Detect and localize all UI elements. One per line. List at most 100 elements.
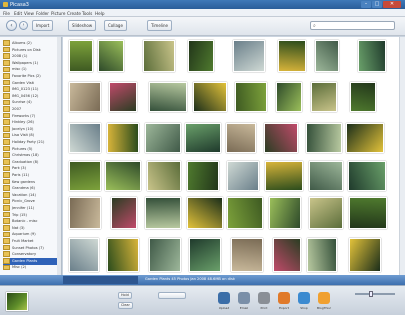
photo-thumbnail[interactable] xyxy=(346,123,384,153)
photo-thumbnail[interactable] xyxy=(111,197,137,229)
folder-icon xyxy=(3,231,10,238)
photo-tray-tab[interactable] xyxy=(63,276,138,284)
photo-thumbnail[interactable] xyxy=(69,82,101,112)
photo-thumbnail[interactable] xyxy=(227,161,259,191)
photo-thumbnail[interactable] xyxy=(306,123,342,153)
photo-thumbnail[interactable] xyxy=(307,238,337,272)
photo-thumbnail[interactable] xyxy=(276,82,302,112)
collage-button[interactable]: Collage xyxy=(104,20,127,31)
search-input[interactable]: ⌕ xyxy=(310,21,395,30)
photo-thumbnail[interactable] xyxy=(188,40,214,72)
timeline-button[interactable]: Timeline xyxy=(147,20,173,31)
photo-thumbnail[interactable] xyxy=(149,82,187,112)
photo-thumbnail[interactable] xyxy=(350,82,376,112)
photo-thumbnail[interactable] xyxy=(348,161,386,191)
photo-thumbnail[interactable] xyxy=(189,238,221,272)
menu-create[interactable]: Create xyxy=(67,11,81,16)
toolbar: ‹ › Import Slideshow Collage Timeline ⌕ xyxy=(0,17,405,36)
photo-thumbnail[interactable] xyxy=(233,40,265,72)
photo-thumbnail[interactable] xyxy=(227,197,263,229)
folder-icon xyxy=(3,205,10,211)
photo-thumbnail[interactable] xyxy=(358,40,386,72)
maximize-button[interactable]: □ xyxy=(372,1,382,8)
photo-thumbnail[interactable] xyxy=(69,197,101,229)
shop-icon[interactable] xyxy=(298,292,310,304)
photo-thumbnail[interactable] xyxy=(309,161,343,191)
photo-thumbnail[interactable] xyxy=(107,123,139,153)
grid-scrollbar[interactable] xyxy=(399,37,405,275)
photo-thumbnail[interactable] xyxy=(269,197,301,229)
photo-thumbnail[interactable] xyxy=(226,123,256,153)
photo-thumbnail[interactable] xyxy=(69,40,93,72)
blog-icon[interactable] xyxy=(318,292,330,304)
photo-thumbnail[interactable] xyxy=(265,161,303,191)
sidebar-item-label: 2008 (1) xyxy=(12,54,28,59)
photo-thumbnail[interactable] xyxy=(109,82,137,112)
folder-icon xyxy=(3,159,10,165)
upload-icon[interactable] xyxy=(218,292,230,304)
sidebar-item-label: Albums (2) xyxy=(12,41,32,45)
menu-file[interactable]: File xyxy=(3,11,10,16)
photo-thumbnail[interactable] xyxy=(349,197,387,229)
photo-thumbnail[interactable] xyxy=(145,123,181,153)
sidebar-scrollbar[interactable] xyxy=(57,37,61,275)
sidebar-item[interactable]: Misc (2) xyxy=(3,264,59,271)
photo-thumbnail[interactable] xyxy=(149,238,181,272)
close-button[interactable]: ✕ xyxy=(383,1,401,8)
menu-view[interactable]: View xyxy=(24,11,34,16)
menu-folder[interactable]: Folder xyxy=(36,11,49,16)
sidebar-item-label: Favorite Pics (2) xyxy=(12,74,41,78)
rotate-buttons[interactable] xyxy=(158,292,186,299)
photo-thumbnail[interactable] xyxy=(143,40,175,72)
tray-button-label: BlogThis! xyxy=(317,306,331,310)
photo-thumbnail[interactable] xyxy=(231,238,263,272)
photo-thumbnail[interactable] xyxy=(235,82,267,112)
photo-thumbnail[interactable] xyxy=(273,238,301,272)
photo-thumbnail[interactable] xyxy=(105,161,141,191)
folder-icon xyxy=(3,218,10,224)
photo-thumbnail[interactable] xyxy=(69,123,101,153)
photo-thumbnail[interactable] xyxy=(107,238,139,272)
slideshow-button[interactable]: Slideshow xyxy=(68,20,97,31)
photo-thumbnail[interactable] xyxy=(187,161,219,191)
email-icon[interactable] xyxy=(238,292,250,304)
photo-thumbnail[interactable] xyxy=(145,197,181,229)
menu-picture[interactable]: Picture xyxy=(51,11,65,16)
photo-thumbnail[interactable] xyxy=(311,82,337,112)
zoom-slider[interactable] xyxy=(355,291,395,297)
photo-thumbnail[interactable] xyxy=(315,40,339,72)
sidebar-item-label: Grandma (6) xyxy=(12,186,35,191)
sidebar-item-label: Sunset Photos (7) xyxy=(12,245,44,250)
menu-help[interactable]: Help xyxy=(95,11,105,16)
forward-icon[interactable]: › xyxy=(19,21,28,30)
back-icon[interactable]: ‹ xyxy=(6,20,17,31)
photo-thumbnail[interactable] xyxy=(187,197,223,229)
menu-edit[interactable]: Edit xyxy=(14,11,22,16)
photo-thumbnail[interactable] xyxy=(349,238,381,272)
folder-icon xyxy=(3,264,10,271)
hold-button[interactable]: Hold xyxy=(118,292,132,299)
photo-thumbnail[interactable] xyxy=(264,123,298,153)
photo-thumbnail[interactable] xyxy=(185,123,221,153)
photo-thumbnail[interactable] xyxy=(193,82,227,112)
menu-tools[interactable]: Tools xyxy=(82,11,92,16)
selection-preview-image[interactable] xyxy=(6,292,28,311)
clear-button[interactable]: Clear xyxy=(118,302,133,309)
sidebar-item-label: IMG_0123 (11) xyxy=(12,87,39,92)
photo-thumbnail[interactable] xyxy=(278,40,306,72)
sidebar-item-label: Sunrise (4) xyxy=(12,100,32,105)
print-icon[interactable] xyxy=(258,292,270,304)
sidebar-item-label: Jennifer (11) xyxy=(12,206,35,210)
photo-thumbnail[interactable] xyxy=(98,40,124,72)
photo-thumbnail[interactable] xyxy=(147,161,181,191)
photo-thumbnail[interactable] xyxy=(69,161,101,191)
minimize-button[interactable]: – xyxy=(361,1,371,8)
import-button[interactable]: Import xyxy=(32,20,54,31)
folder-icon xyxy=(3,79,10,86)
export-icon[interactable] xyxy=(278,292,290,304)
photo-thumbnail[interactable] xyxy=(69,238,99,272)
photo-thumbnail[interactable] xyxy=(309,197,343,229)
sidebar-item-label: Nat (3) xyxy=(12,225,25,230)
zoom-slider-knob[interactable] xyxy=(369,291,373,297)
folder-icon xyxy=(3,165,10,172)
